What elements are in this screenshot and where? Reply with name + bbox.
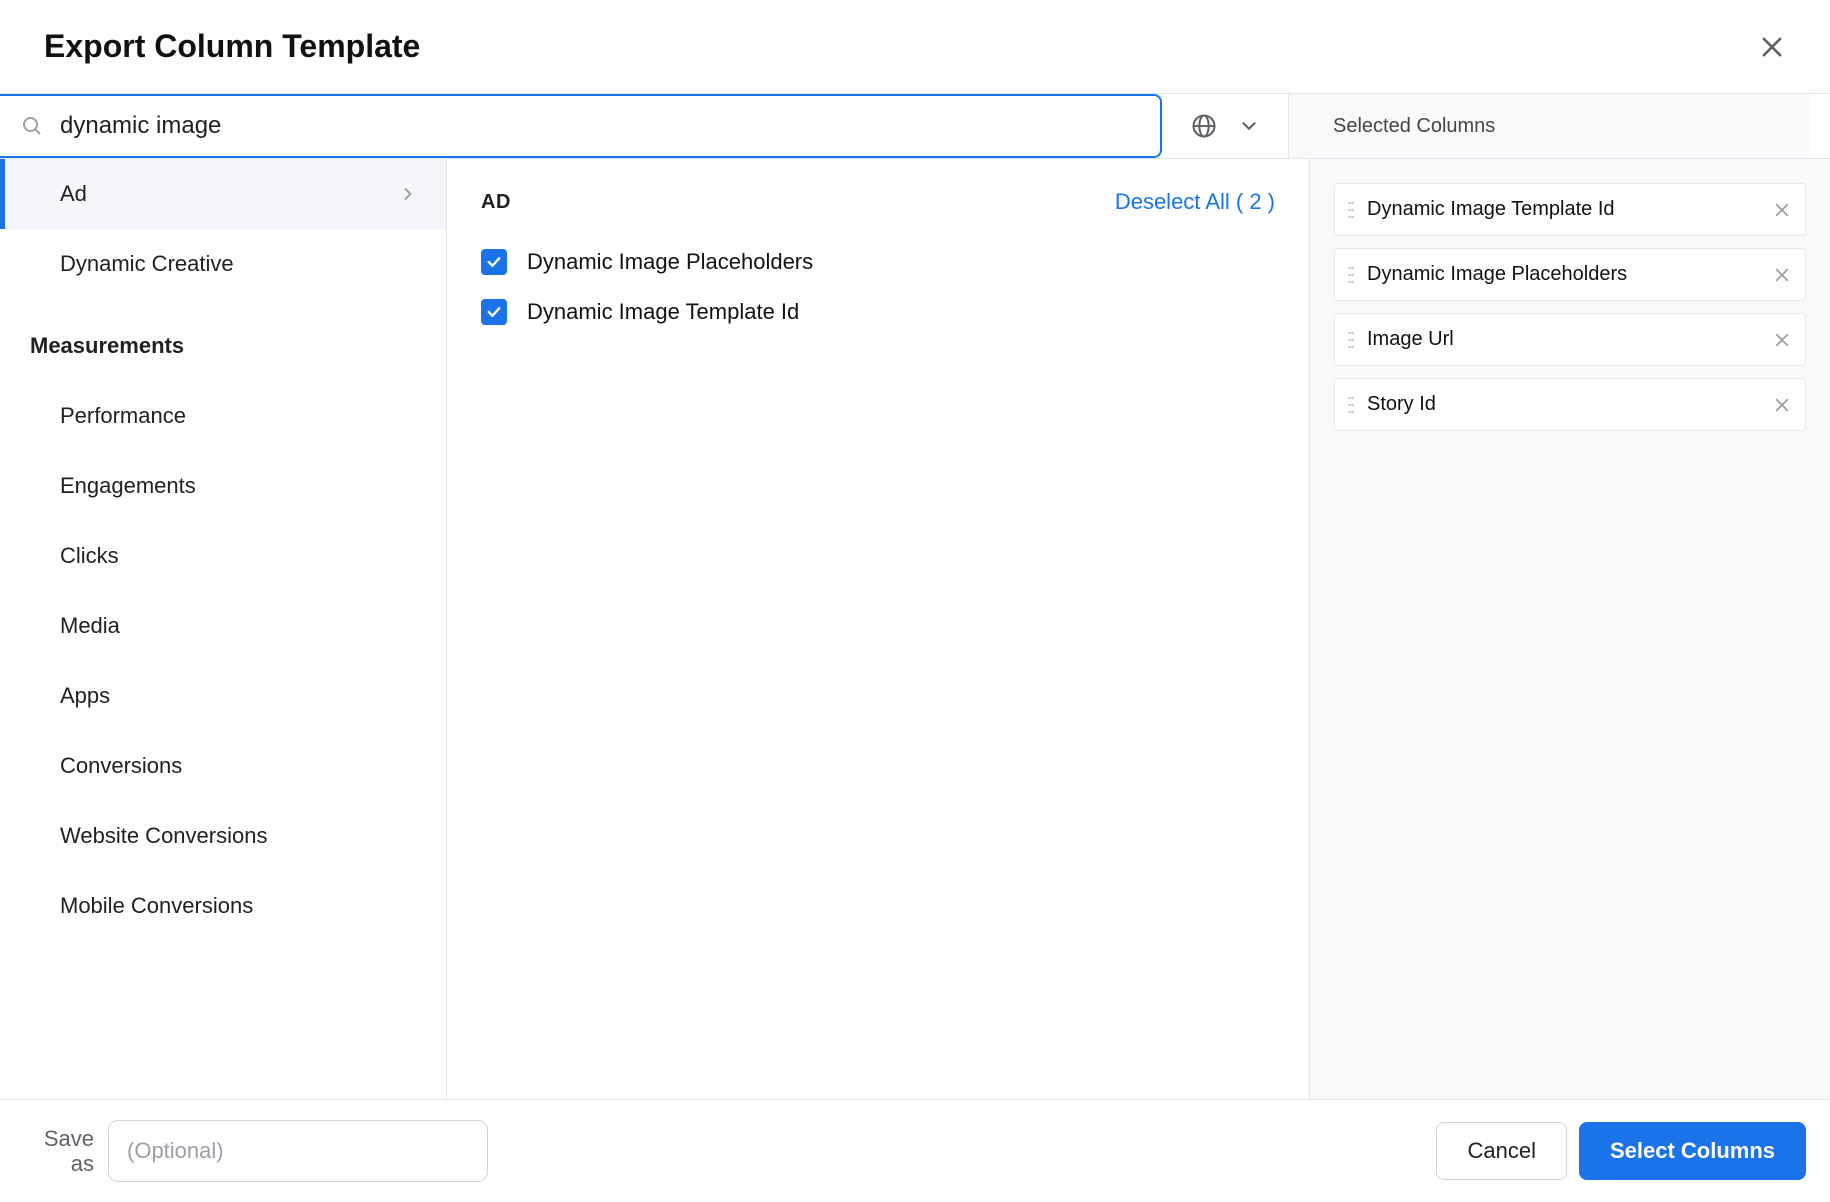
selected-columns-panel: Dynamic Image Template Id Dynamic Image … — [1310, 159, 1830, 1099]
close-button[interactable] — [1758, 33, 1786, 61]
close-icon — [1758, 33, 1786, 61]
select-columns-button[interactable]: Select Columns — [1579, 1122, 1806, 1180]
sidebar-item-apps[interactable]: Apps — [0, 661, 446, 731]
close-icon — [1773, 266, 1791, 284]
check-icon — [485, 253, 503, 271]
column-options-header: AD Deselect All ( 2 ) — [481, 189, 1275, 215]
sidebar-item-dynamic-creative[interactable]: Dynamic Creative — [0, 229, 446, 299]
close-icon — [1773, 201, 1791, 219]
selected-column-chip[interactable]: Dynamic Image Placeholders — [1334, 248, 1806, 301]
save-as-input[interactable] — [108, 1120, 488, 1182]
save-as-group: Save as — [36, 1120, 488, 1182]
locale-dropdown[interactable] — [1162, 94, 1289, 158]
sidebar-item-performance[interactable]: Performance — [0, 381, 446, 451]
selected-columns-header: Selected Columns — [1289, 94, 1809, 158]
cancel-button[interactable]: Cancel — [1436, 1122, 1566, 1180]
drag-handle-icon[interactable] — [1345, 330, 1357, 350]
globe-icon — [1190, 112, 1218, 140]
footer-actions: Cancel Select Columns — [1436, 1122, 1806, 1180]
sidebar-item-clicks[interactable]: Clicks — [0, 521, 446, 591]
sidebar-section-title: Measurements — [30, 333, 184, 359]
column-option-label: Dynamic Image Placeholders — [527, 249, 813, 275]
sidebar-item-label: Website Conversions — [60, 823, 267, 849]
column-section-title: AD — [481, 191, 511, 214]
close-icon — [1773, 331, 1791, 349]
sidebar-item-label: Engagements — [60, 473, 196, 499]
sidebar-item-mobile-conversions[interactable]: Mobile Conversions — [0, 871, 446, 941]
sidebar-item-label: Conversions — [60, 753, 182, 779]
selected-column-chip[interactable]: Dynamic Image Template Id — [1334, 183, 1806, 236]
selected-columns-title: Selected Columns — [1333, 115, 1495, 138]
column-options-panel: AD Deselect All ( 2 ) Dynamic Image Plac… — [447, 159, 1310, 1099]
checkbox-checked[interactable] — [481, 249, 507, 275]
sidebar-item-label: Clicks — [60, 543, 119, 569]
column-option-label: Dynamic Image Template Id — [527, 299, 799, 325]
column-option-row[interactable]: Dynamic Image Placeholders — [481, 237, 1275, 287]
dialog-title: Export Column Template — [44, 28, 420, 65]
sidebar-item-ad[interactable]: Ad — [0, 159, 446, 229]
select-columns-button-label: Select Columns — [1610, 1138, 1775, 1164]
search-field-wrap[interactable] — [0, 94, 1162, 158]
chip-remove-button[interactable] — [1773, 331, 1791, 349]
selected-column-chip[interactable]: Image Url — [1334, 313, 1806, 366]
chip-label: Dynamic Image Template Id — [1367, 198, 1615, 221]
sidebar-item-label: Mobile Conversions — [60, 893, 253, 919]
chevron-right-icon — [398, 184, 418, 204]
sidebar-item-label: Media — [60, 613, 120, 639]
sidebar-item-label: Ad — [60, 181, 87, 207]
search-icon — [20, 114, 44, 138]
drag-handle-icon[interactable] — [1345, 395, 1357, 415]
cancel-button-label: Cancel — [1467, 1138, 1535, 1164]
sidebar-item-conversions[interactable]: Conversions — [0, 731, 446, 801]
drag-handle-icon[interactable] — [1345, 200, 1357, 220]
category-sidebar: Ad Dynamic Creative Measurements Perform… — [0, 159, 447, 1099]
sidebar-item-website-conversions[interactable]: Website Conversions — [0, 801, 446, 871]
sidebar-item-engagements[interactable]: Engagements — [0, 451, 446, 521]
check-icon — [485, 303, 503, 321]
sidebar-section-measurements: Measurements — [0, 299, 446, 381]
drag-handle-icon[interactable] — [1345, 265, 1357, 285]
column-option-row[interactable]: Dynamic Image Template Id — [481, 287, 1275, 337]
selected-column-chip[interactable]: Story Id — [1334, 378, 1806, 431]
sidebar-item-label: Apps — [60, 683, 110, 709]
sidebar-item-label: Performance — [60, 403, 186, 429]
sidebar-item-label: Dynamic Creative — [60, 251, 234, 277]
dialog-footer: Save as Cancel Select Columns — [0, 1099, 1830, 1202]
checkbox-checked[interactable] — [481, 299, 507, 325]
search-row: Selected Columns — [0, 93, 1830, 159]
dialog-body: Ad Dynamic Creative Measurements Perform… — [0, 159, 1830, 1099]
search-input[interactable] — [60, 112, 1140, 140]
chip-remove-button[interactable] — [1773, 266, 1791, 284]
sidebar-item-media[interactable]: Media — [0, 591, 446, 661]
chip-remove-button[interactable] — [1773, 201, 1791, 219]
chip-label: Dynamic Image Placeholders — [1367, 263, 1627, 286]
chip-label: Image Url — [1367, 328, 1454, 351]
deselect-all-link[interactable]: Deselect All ( 2 ) — [1115, 189, 1275, 215]
chevron-down-icon — [1238, 115, 1260, 137]
save-as-label: Save as — [36, 1126, 94, 1177]
close-icon — [1773, 396, 1791, 414]
chip-label: Story Id — [1367, 393, 1436, 416]
chip-remove-button[interactable] — [1773, 396, 1791, 414]
dialog-header: Export Column Template — [0, 0, 1830, 93]
